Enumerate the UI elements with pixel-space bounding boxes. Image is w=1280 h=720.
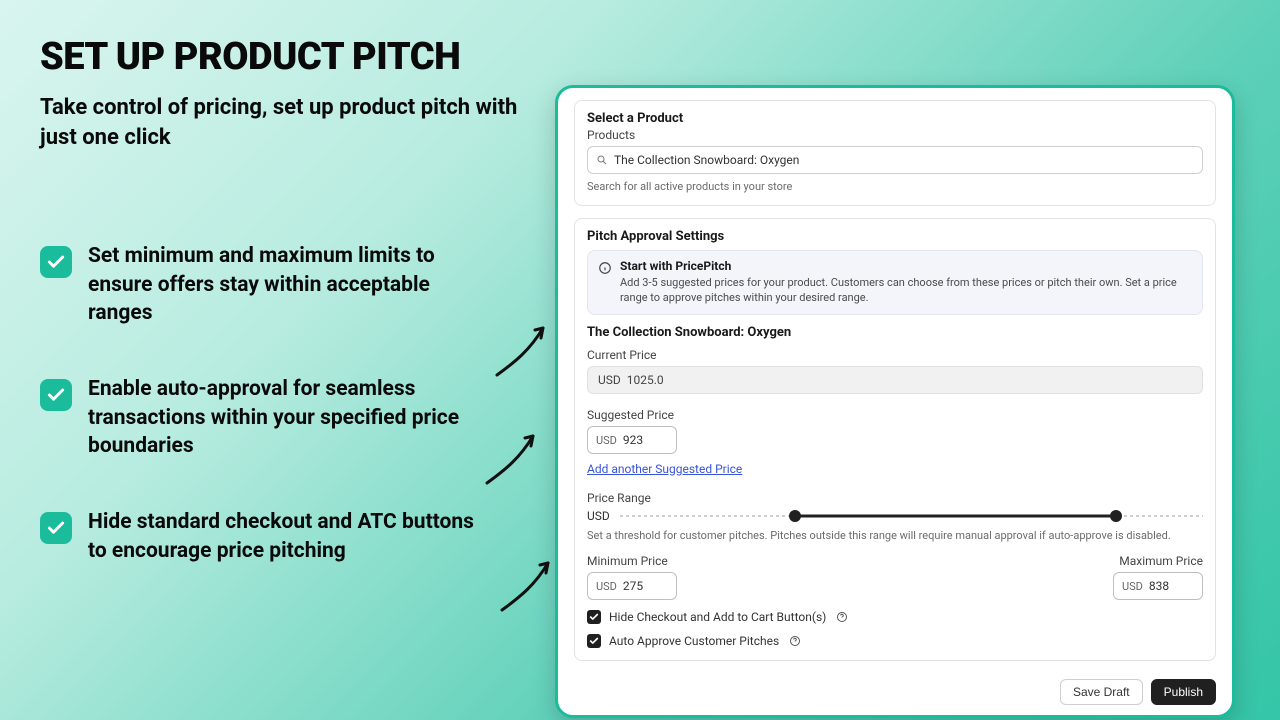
feature-text: Hide standard checkout and ATC buttons t… [88, 508, 488, 565]
search-icon [596, 154, 608, 166]
min-price-input[interactable]: USD 275 [587, 572, 677, 600]
price-range-slider[interactable] [620, 509, 1203, 523]
suggested-price-label: Suggested Price [587, 408, 1203, 422]
product-search-input[interactable]: The Collection Snowboard: Oxygen [587, 146, 1203, 174]
feature-item: Enable auto-approval for seamless transa… [40, 375, 520, 460]
info-banner-title: Start with PricePitch [620, 259, 1192, 273]
app-window: Select a Product Products The Collection… [555, 85, 1235, 718]
price-range-label: Price Range [587, 491, 1203, 505]
pitch-settings-title: Pitch Approval Settings [587, 229, 1203, 244]
info-banner: Start with PricePitch Add 3-5 suggested … [587, 250, 1203, 315]
footer-actions: Save Draft Publish [574, 675, 1216, 705]
save-draft-button[interactable]: Save Draft [1060, 679, 1143, 705]
current-price-label: Current Price [587, 348, 1203, 362]
select-product-card: Select a Product Products The Collection… [574, 100, 1216, 206]
products-label: Products [587, 128, 1203, 142]
check-icon [40, 512, 72, 544]
select-product-title: Select a Product [587, 111, 1203, 126]
min-price-label: Minimum Price [587, 554, 677, 568]
info-icon [598, 260, 612, 274]
publish-button[interactable]: Publish [1151, 679, 1216, 705]
current-price-value: USD 1025.0 [587, 366, 1203, 394]
help-icon[interactable] [836, 611, 848, 623]
feature-item: Set minimum and maximum limits to ensure… [40, 242, 520, 327]
help-icon[interactable] [789, 635, 801, 647]
price-range-currency: USD [587, 509, 610, 523]
hide-checkout-label: Hide Checkout and Add to Cart Button(s) [609, 610, 826, 624]
product-search-hint: Search for all active products in your s… [587, 180, 1203, 193]
pitch-settings-card: Pitch Approval Settings Start with Price… [574, 218, 1216, 661]
suggested-price-input[interactable]: USD 923 [587, 426, 677, 454]
auto-approve-checkbox[interactable] [587, 634, 601, 648]
feature-text: Enable auto-approval for seamless transa… [88, 375, 488, 460]
slider-thumb-max[interactable] [1110, 510, 1122, 522]
price-range-hint: Set a threshold for customer pitches. Pi… [587, 529, 1203, 542]
auto-approve-label: Auto Approve Customer Pitches [609, 634, 779, 648]
hide-checkout-checkbox[interactable] [587, 610, 601, 624]
feature-list: Set minimum and maximum limits to ensure… [40, 242, 520, 565]
product-search-value: The Collection Snowboard: Oxygen [614, 153, 799, 167]
check-icon [40, 379, 72, 411]
check-icon [40, 246, 72, 278]
selected-product-name: The Collection Snowboard: Oxygen [587, 325, 1203, 340]
slider-thumb-min[interactable] [789, 510, 801, 522]
add-suggested-price-link[interactable]: Add another Suggested Price [587, 462, 742, 476]
feature-item: Hide standard checkout and ATC buttons t… [40, 508, 520, 565]
arrow-icon [490, 555, 560, 625]
feature-text: Set minimum and maximum limits to ensure… [88, 242, 488, 327]
max-price-input[interactable]: USD 838 [1113, 572, 1203, 600]
info-banner-desc: Add 3-5 suggested prices for your produc… [620, 275, 1192, 306]
page-subhead: Take control of pricing, set up product … [40, 93, 520, 152]
max-price-label: Maximum Price [1113, 554, 1203, 568]
page-headline: SET UP PRODUCT PITCH [40, 35, 520, 79]
